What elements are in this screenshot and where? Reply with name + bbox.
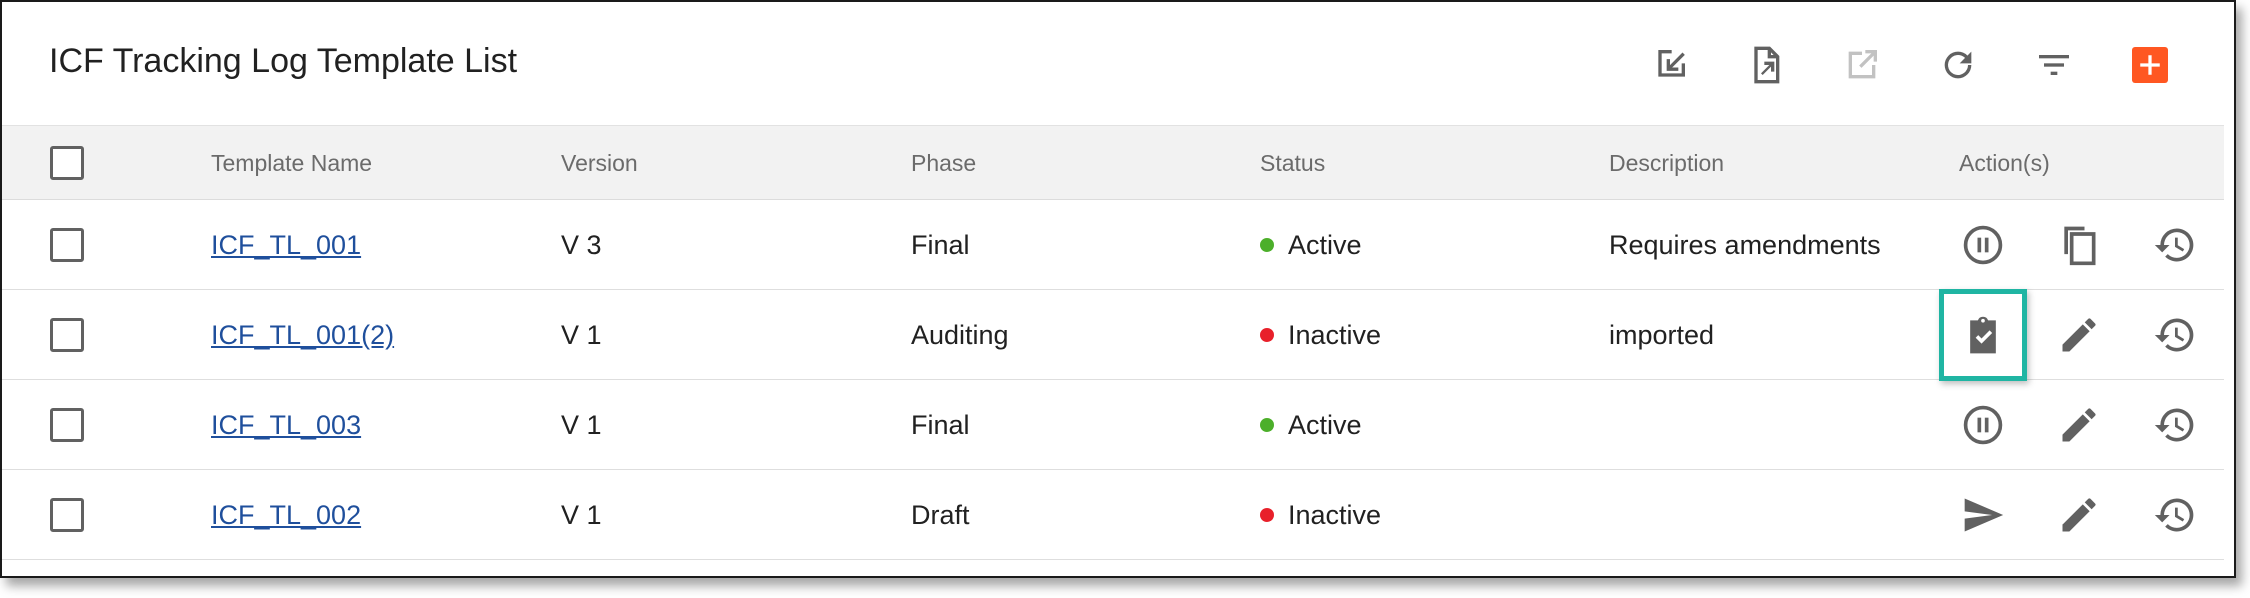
status-cell: Active bbox=[1260, 200, 1362, 290]
status-label: Inactive bbox=[1288, 500, 1382, 530]
edit-button[interactable] bbox=[2055, 401, 2103, 449]
template-name-cell: ICF_TL_001 bbox=[211, 200, 361, 290]
version-cell: V 3 bbox=[561, 230, 602, 260]
copy-button[interactable] bbox=[2055, 221, 2103, 269]
row-checkbox[interactable] bbox=[50, 318, 84, 352]
column-header-actions: Action(s) bbox=[1959, 150, 2050, 176]
template-name-link[interactable]: ICF_TL_001 bbox=[211, 230, 361, 260]
status-cell: Active bbox=[1260, 380, 1362, 470]
phase-cell: Final bbox=[911, 410, 970, 440]
status-inactive-dot bbox=[1260, 327, 1274, 342]
template-name-link[interactable]: ICF_TL_001(2) bbox=[211, 320, 394, 350]
history-icon bbox=[2154, 498, 2194, 532]
table-row: ICF_TL_002 V 1 Draft Inactive bbox=[2, 470, 2224, 560]
history-icon bbox=[2154, 408, 2194, 442]
history-button[interactable] bbox=[2151, 401, 2199, 449]
status-inactive-dot bbox=[1260, 507, 1274, 522]
select-all-checkbox[interactable] bbox=[50, 146, 84, 180]
row-checkbox[interactable] bbox=[50, 228, 84, 262]
clipboard-check-icon bbox=[1970, 316, 1996, 354]
history-button[interactable] bbox=[2151, 491, 2199, 539]
history-button[interactable] bbox=[2151, 221, 2199, 269]
template-name-cell: ICF_TL_002 bbox=[211, 470, 361, 560]
table-row: ICF_TL_003 V 1 Final Active bbox=[2, 380, 2224, 470]
filter-icon bbox=[2039, 55, 2069, 75]
import-icon bbox=[1658, 50, 1685, 77]
description-cell: imported bbox=[1609, 320, 1715, 350]
pause-icon bbox=[1963, 225, 2003, 265]
refresh-icon bbox=[1944, 51, 1972, 79]
pause-button[interactable] bbox=[1959, 221, 2007, 269]
status-label: Inactive bbox=[1288, 320, 1382, 350]
table-row: ICF_TL_001 V 3 Final Active Requires ame… bbox=[2, 200, 2224, 290]
edit-button[interactable] bbox=[2055, 311, 2103, 359]
add-template-button[interactable] bbox=[2125, 40, 2175, 90]
filter-button[interactable] bbox=[2029, 40, 2079, 90]
pause-button[interactable] bbox=[1959, 401, 2007, 449]
status-active-dot bbox=[1260, 237, 1274, 252]
version-cell: V 1 bbox=[561, 320, 602, 350]
toolbar bbox=[2, 40, 2234, 90]
status-cell: Inactive bbox=[1260, 290, 1381, 380]
version-cell: V 1 bbox=[561, 410, 602, 440]
phase-cell: Draft bbox=[911, 500, 970, 530]
open-external-icon bbox=[1848, 50, 1877, 79]
phase-cell: Auditing bbox=[911, 320, 1009, 350]
phase-cell: Final bbox=[911, 230, 970, 260]
copy-icon bbox=[2064, 226, 2096, 266]
edit-icon bbox=[2062, 318, 2096, 352]
column-header-version[interactable]: Version bbox=[561, 126, 638, 201]
add-icon bbox=[2140, 55, 2160, 75]
send-icon bbox=[1964, 498, 2004, 532]
template-name-link[interactable]: ICF_TL_002 bbox=[211, 500, 361, 530]
import-button[interactable] bbox=[1645, 40, 1695, 90]
approve-button[interactable] bbox=[1959, 311, 2007, 359]
edit-icon bbox=[2062, 408, 2096, 442]
column-header-template-name[interactable]: Template Name bbox=[211, 126, 372, 201]
row-checkbox[interactable] bbox=[50, 498, 84, 532]
edit-button[interactable] bbox=[2055, 491, 2103, 539]
template-name-cell: ICF_TL_001(2) bbox=[211, 290, 394, 380]
history-icon bbox=[2154, 318, 2194, 352]
panel-header: ICF Tracking Log Template List bbox=[2, 2, 2234, 125]
column-header-description[interactable]: Description bbox=[1609, 126, 1724, 201]
column-header-status[interactable]: Status bbox=[1260, 126, 1325, 201]
refresh-button[interactable] bbox=[1933, 40, 1983, 90]
send-button[interactable] bbox=[1959, 491, 2007, 539]
edit-icon bbox=[2062, 498, 2096, 532]
status-active-dot bbox=[1260, 417, 1274, 432]
add-button-bg bbox=[2132, 47, 2168, 83]
template-name-link[interactable]: ICF_TL_003 bbox=[211, 410, 361, 440]
column-header-phase[interactable]: Phase bbox=[911, 126, 976, 201]
row-checkbox[interactable] bbox=[50, 408, 84, 442]
description-cell: Requires amendments bbox=[1609, 230, 1881, 260]
history-button[interactable] bbox=[2151, 311, 2199, 359]
status-label: Active bbox=[1288, 230, 1362, 260]
table-row: ICF_TL_001(2) V 1 Auditing Inactive impo… bbox=[2, 289, 2224, 381]
template-name-cell: ICF_TL_003 bbox=[211, 380, 361, 470]
status-cell: Inactive bbox=[1260, 470, 1381, 560]
table-header: Template Name Version Phase Status Descr… bbox=[2, 125, 2224, 200]
status-label: Active bbox=[1288, 410, 1362, 440]
template-list-panel: ICF Tracking Log Template List Template … bbox=[0, 0, 2236, 578]
open-external-button[interactable] bbox=[1837, 40, 1887, 90]
version-cell: V 1 bbox=[561, 500, 602, 530]
export-icon bbox=[1754, 46, 1780, 84]
export-button[interactable] bbox=[1741, 40, 1791, 90]
history-icon bbox=[2154, 228, 2194, 262]
pause-icon bbox=[1963, 405, 2003, 445]
